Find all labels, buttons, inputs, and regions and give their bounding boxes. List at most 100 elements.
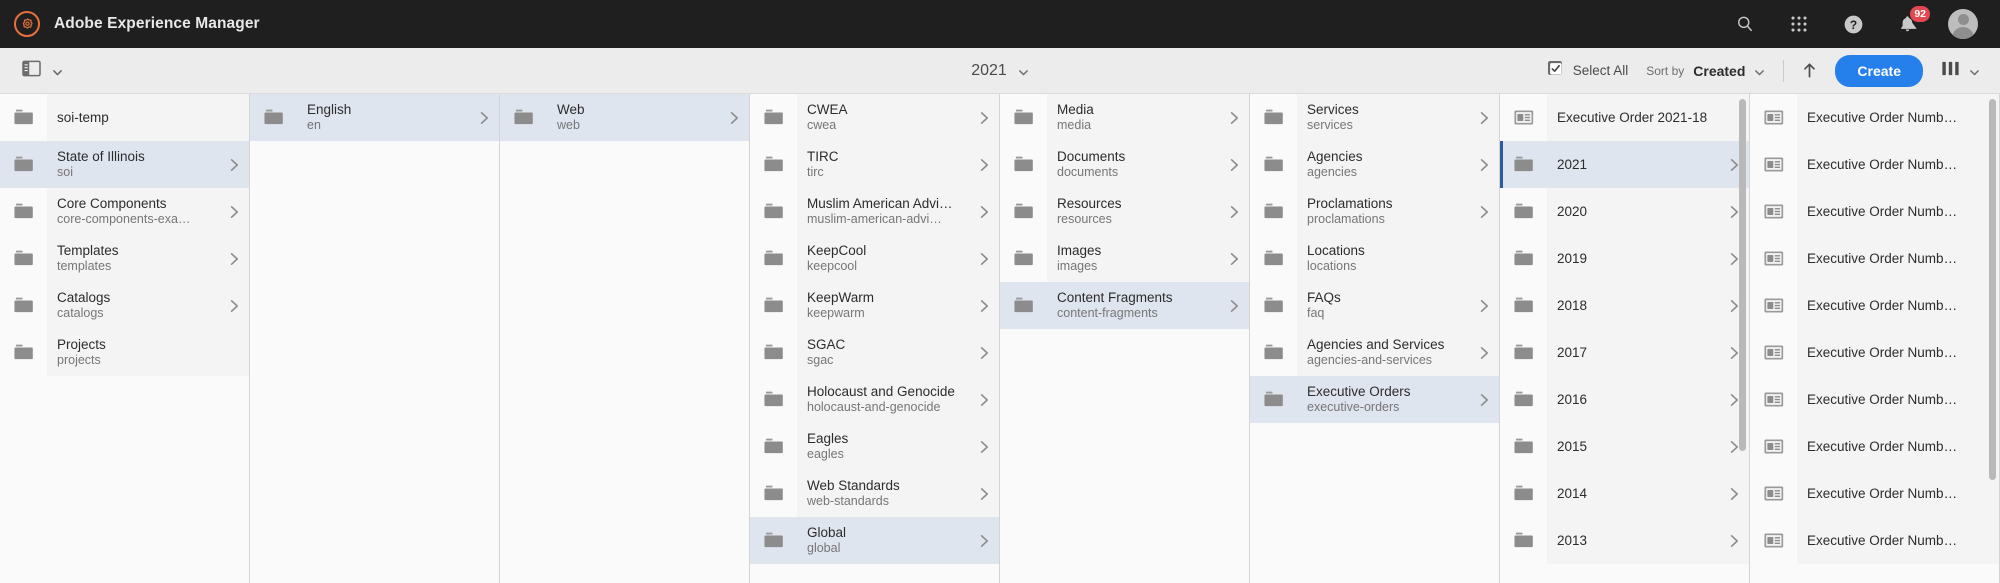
column-item[interactable]: Agencies and Services agencies-and-servic… — [1250, 329, 1499, 376]
column-item[interactable]: TIRC tirc — [750, 141, 999, 188]
column-item[interactable]: Executive Order Number 20 — [1750, 329, 1999, 376]
sort-by-control[interactable]: Sort by Created — [1646, 63, 1765, 79]
column-item[interactable]: 2018 — [1500, 282, 1749, 329]
column-item[interactable]: Documents documents — [1000, 141, 1249, 188]
column-item[interactable]: Executive Order Number 23 — [1750, 188, 1999, 235]
chevron-right-icon[interactable] — [1219, 158, 1249, 172]
rail-toggle-button[interactable] — [22, 60, 63, 82]
column-item[interactable]: Web Standards web-standards — [750, 470, 999, 517]
chevron-right-icon[interactable] — [969, 205, 999, 219]
chevron-right-icon[interactable] — [219, 252, 249, 266]
column-item[interactable]: Projects projects — [0, 329, 249, 376]
chevron-right-icon[interactable] — [469, 111, 499, 125]
chevron-right-icon[interactable] — [969, 393, 999, 407]
column-item-text: 2014 — [1547, 486, 1719, 501]
column-item[interactable]: State of Illinois soi — [0, 141, 249, 188]
column-item[interactable]: Executive Order Number 18 — [1750, 423, 1999, 470]
column-item[interactable]: Agencies agencies — [1250, 141, 1499, 188]
column-item[interactable]: 2020 — [1500, 188, 1749, 235]
chevron-right-icon[interactable] — [969, 252, 999, 266]
column-item[interactable]: Resources resources — [1000, 188, 1249, 235]
column-item[interactable]: Images images — [1000, 235, 1249, 282]
column-item[interactable]: 2015 — [1500, 423, 1749, 470]
column-item[interactable]: KeepCool keepcool — [750, 235, 999, 282]
chevron-right-icon[interactable] — [1219, 205, 1249, 219]
column-item[interactable]: Executive Order Number 19 — [1750, 376, 1999, 423]
chevron-right-icon[interactable] — [219, 158, 249, 172]
column-item[interactable]: soi-temp — [0, 94, 249, 141]
column-item[interactable]: Executive Order Number 24 — [1750, 141, 1999, 188]
chevron-right-icon[interactable] — [969, 534, 999, 548]
chevron-right-icon[interactable] — [1469, 299, 1499, 313]
column-item-text: soi-temp — [47, 110, 219, 125]
search-icon[interactable] — [1732, 11, 1758, 37]
help-icon[interactable]: ? — [1840, 11, 1866, 37]
column-item[interactable]: 2014 — [1500, 470, 1749, 517]
chevron-right-icon[interactable] — [1469, 158, 1499, 172]
column-item[interactable]: Eagles eagles — [750, 423, 999, 470]
column-item[interactable]: Executive Order 2021-18 — [1500, 94, 1749, 141]
chevron-right-icon[interactable] — [1469, 205, 1499, 219]
chevron-right-icon[interactable] — [969, 440, 999, 454]
column-scrollbar[interactable] — [1989, 98, 1996, 481]
view-switcher[interactable] — [1941, 60, 1980, 82]
chevron-right-icon[interactable] — [1719, 487, 1749, 501]
page-title-chevron-down-icon[interactable] — [1018, 65, 1029, 76]
column-item[interactable]: Executive Order Number 16 — [1750, 517, 1999, 564]
column-item[interactable]: 2019 — [1500, 235, 1749, 282]
column-item[interactable]: Locations locations — [1250, 235, 1499, 282]
notifications-bell-icon[interactable]: 92 — [1894, 6, 1930, 37]
sort-direction-arrow-up-icon[interactable] — [1802, 62, 1817, 79]
user-avatar[interactable] — [1948, 9, 1978, 39]
chevron-right-icon[interactable] — [1219, 252, 1249, 266]
column-item[interactable]: Content Fragments content-fragments — [1000, 282, 1249, 329]
column-item[interactable]: Muslim American Advi… muslim-american-adv… — [750, 188, 999, 235]
chevron-right-icon[interactable] — [1219, 111, 1249, 125]
column-item-text: Executive Order Number 18 — [1797, 439, 1969, 454]
chevron-right-icon[interactable] — [969, 346, 999, 360]
column-item[interactable]: 2017 — [1500, 329, 1749, 376]
chevron-right-icon[interactable] — [219, 299, 249, 313]
column-item[interactable]: 2016 — [1500, 376, 1749, 423]
column-item[interactable]: Media media — [1000, 94, 1249, 141]
chevron-right-icon[interactable] — [969, 158, 999, 172]
column-item[interactable]: FAQs faq — [1250, 282, 1499, 329]
column-item[interactable]: Executive Order Number 22 — [1750, 235, 1999, 282]
column-item[interactable]: Executive Order Number 17 — [1750, 470, 1999, 517]
column-item[interactable]: Services services — [1250, 94, 1499, 141]
chevron-right-icon[interactable] — [1219, 299, 1249, 313]
column-item[interactable]: English en — [250, 94, 499, 141]
column-item[interactable]: Executive Order Number 25 — [1750, 94, 1999, 141]
column-item[interactable]: 2013 — [1500, 517, 1749, 564]
chevron-right-icon[interactable] — [969, 111, 999, 125]
column-item[interactable]: CWEA cwea — [750, 94, 999, 141]
chevron-right-icon[interactable] — [1469, 346, 1499, 360]
column-item[interactable]: Executive Orders executive-orders — [1250, 376, 1499, 423]
column-item-title: Executive Order Number 19 — [1807, 392, 1963, 407]
column-item[interactable]: KeepWarm keepwarm — [750, 282, 999, 329]
column-item[interactable]: 2021 — [1500, 141, 1749, 188]
column-item[interactable]: Global global — [750, 517, 999, 564]
column-item[interactable]: Catalogs catalogs — [0, 282, 249, 329]
column-scrollbar[interactable] — [1739, 98, 1746, 451]
chevron-right-icon[interactable] — [719, 111, 749, 125]
column-item[interactable]: Core Components core-components-exa… — [0, 188, 249, 235]
chevron-right-icon[interactable] — [1469, 111, 1499, 125]
select-all-button[interactable]: Select All — [1546, 59, 1628, 82]
column-item[interactable]: Proclamations proclamations — [1250, 188, 1499, 235]
chevron-right-icon[interactable] — [219, 205, 249, 219]
column-item[interactable]: Templates templates — [0, 235, 249, 282]
column-item[interactable]: Executive Order Number 21 — [1750, 282, 1999, 329]
column-item[interactable]: Web web — [500, 94, 749, 141]
chevron-right-icon[interactable] — [1469, 393, 1499, 407]
content-fragment-icon — [1750, 423, 1797, 470]
page-title[interactable]: 2021 — [971, 62, 1007, 80]
column-item[interactable]: SGAC sgac — [750, 329, 999, 376]
create-button[interactable]: Create — [1835, 54, 1923, 87]
adobe-gear-logo-icon — [14, 11, 40, 37]
column-item[interactable]: Holocaust and Genocide holocaust-and-geno… — [750, 376, 999, 423]
chevron-right-icon[interactable] — [969, 299, 999, 313]
chevron-right-icon[interactable] — [969, 487, 999, 501]
chevron-right-icon[interactable] — [1719, 534, 1749, 548]
apps-grid-icon[interactable] — [1786, 11, 1812, 37]
